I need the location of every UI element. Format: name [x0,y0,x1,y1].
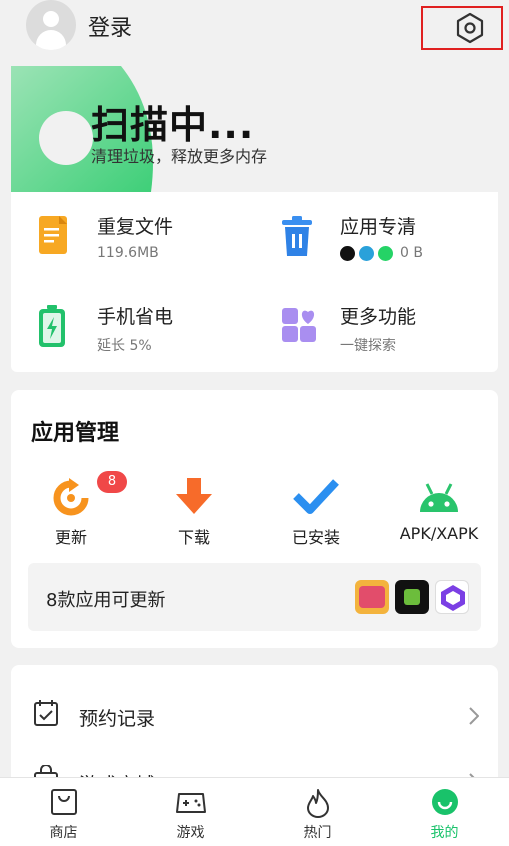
tool-name: 手机省电 [97,306,174,328]
action-label: APK/XAPK [399,524,479,543]
tool-desc: 119.6MB [97,245,159,261]
app-thumb-icon [355,580,389,614]
tool-desc: 一键探索 [340,338,396,354]
action-installed[interactable]: 已安装 [266,478,366,548]
gamepad-icon [175,793,206,813]
section-title: 应用管理 [31,421,120,446]
calendar-check-icon [34,700,58,726]
nav-profile[interactable]: 我的 [381,778,508,846]
nav-label: 我的 [430,825,459,841]
nav-label: 商店 [49,825,78,841]
action-label: 更新 [54,528,87,547]
installed-check-icon [293,479,339,514]
update-count-badge: 8 [97,471,127,493]
action-label: 下载 [177,528,210,547]
app-thumb-icon [435,580,469,614]
scan-banner[interactable]: 扫描中... 清理垃圾，释放更多内存 [11,66,498,192]
download-icon [176,478,212,514]
duplicate-file-icon [39,216,67,254]
tool-name: 更多功能 [340,306,417,328]
list-item-label: 预约记录 [79,708,156,730]
login-link[interactable]: 登录 [88,10,132,42]
menu-list-card: 预约记录 游戏商城 [11,665,498,796]
action-download[interactable]: 下载 [144,478,244,548]
pending-updates-bar[interactable]: 8款应用可更新 [28,563,481,631]
telegram-icon [359,245,374,261]
scan-progress-graphic [11,66,153,192]
store-icon [50,789,77,815]
nav-games[interactable]: 游戏 [127,778,254,846]
settings-hexagon-icon [456,12,484,44]
update-icon [53,478,89,516]
profile-smile-icon [431,789,458,815]
tiktok-icon [340,245,355,261]
nav-label: 游戏 [176,825,205,841]
tool-app-cleaner[interactable]: 应用专清 0 B [254,192,474,262]
android-icon [420,483,458,512]
list-item-reservations[interactable]: 预约记录 [11,677,498,737]
whatsapp-icon [378,245,393,261]
header: 登录 [0,0,509,56]
tool-duplicate-files[interactable]: 重复文件 119.6MB [11,192,231,262]
settings-button[interactable] [421,6,503,50]
scan-title: 扫描中... [91,103,255,147]
tool-desc: 0 B [400,245,423,261]
nav-store[interactable]: 商店 [0,778,127,846]
cleanable-app-icons: 0 B [340,245,423,261]
action-label: 已安装 [291,528,340,547]
avatar[interactable] [26,0,76,50]
action-apk-xapk[interactable]: APK/XAPK [387,478,491,548]
nav-hot[interactable]: 热门 [254,778,381,846]
tool-more-features[interactable]: 更多功能 一键探索 [254,282,474,354]
pending-updates-text: 8款应用可更新 [46,590,166,611]
tool-name: 应用专清 [340,216,417,238]
tool-battery-saver[interactable]: 手机省电 延长 5% [11,282,231,354]
nav-label: 热门 [303,825,332,841]
scan-subtitle: 清理垃圾，释放更多内存 [91,147,268,166]
flame-icon [306,789,329,818]
app-management-card: 应用管理 更新 8 下载 已安装 APK/XAPK 8款应用可更新 [11,390,498,648]
tool-name: 重复文件 [97,216,174,238]
bottom-nav: 商店 游戏 热门 我的 [0,777,509,846]
app-thumb-icon [395,580,429,614]
more-features-icon [282,308,316,342]
tool-desc: 延长 5% [97,338,152,354]
tools-card: 重复文件 119.6MB 应用专清 0 B 手机省电 延长 5% 更多功能 一键… [11,192,498,372]
chevron-right-icon [469,707,479,725]
battery-icon [39,305,65,347]
trash-can-icon [282,216,312,256]
